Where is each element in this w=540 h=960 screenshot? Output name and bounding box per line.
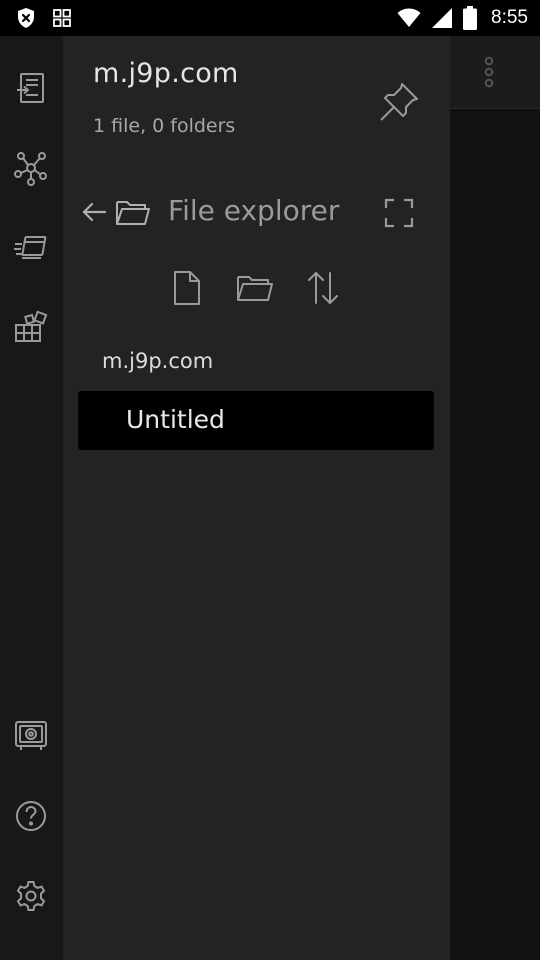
vault-stats: 1 file, 0 folders — [93, 115, 236, 137]
wifi-icon — [397, 7, 421, 29]
status-time: 8:55 — [491, 7, 528, 28]
new-folder-icon[interactable] — [235, 270, 275, 304]
folder-icon — [115, 196, 151, 228]
settings-icon[interactable] — [11, 876, 51, 916]
battery-icon — [463, 6, 478, 30]
pin-icon[interactable] — [377, 80, 421, 124]
shield-x-icon — [14, 6, 38, 30]
status-bar: 8:55 — [0, 0, 540, 36]
signal-icon — [431, 7, 453, 29]
main-pane — [450, 36, 540, 960]
graph-view-icon[interactable] — [11, 148, 51, 188]
new-note-icon[interactable] — [171, 270, 203, 306]
open-random-note-icon[interactable] — [11, 228, 51, 268]
expand-icon[interactable] — [383, 197, 415, 229]
file-explorer-actions — [171, 270, 361, 310]
more-options-icon[interactable] — [478, 54, 500, 90]
file-drawer: m.j9p.com 1 file, 0 folders File explore… — [63, 36, 450, 960]
file-explorer-title: File explorer — [168, 194, 340, 227]
vault-switch-icon[interactable] — [11, 716, 51, 756]
main-top-bar — [450, 36, 540, 109]
vault-name[interactable]: m.j9p.com — [93, 58, 239, 89]
file-explorer-header: File explorer — [79, 194, 439, 234]
plugins-icon[interactable] — [11, 308, 51, 348]
back-arrow-icon[interactable] — [81, 200, 107, 224]
sort-icon[interactable] — [305, 270, 341, 306]
apps-grid-icon — [52, 8, 72, 28]
file-item[interactable]: Untitled — [78, 391, 434, 450]
vault-root-folder[interactable]: m.j9p.com — [102, 349, 213, 373]
file-item-label: Untitled — [126, 405, 225, 434]
open-quick-switcher-icon[interactable] — [11, 68, 51, 108]
help-icon[interactable] — [11, 796, 51, 836]
ribbon — [0, 36, 63, 960]
